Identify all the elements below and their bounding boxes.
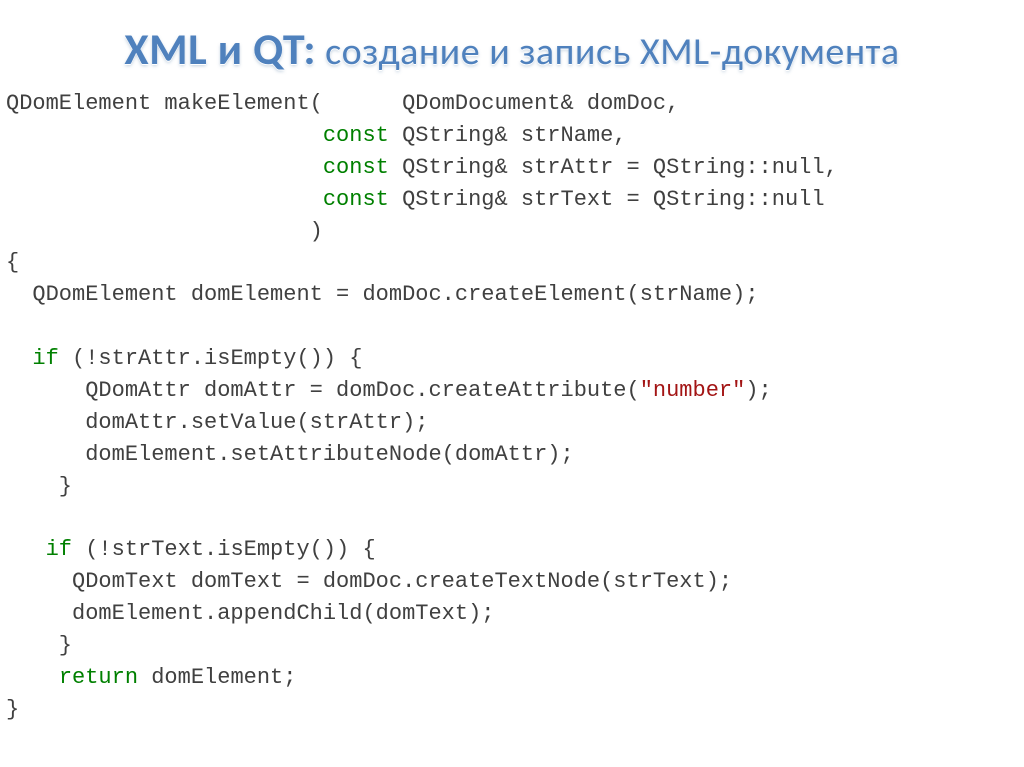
code-text: (!strAttr.isEmpty()) { [59,346,363,371]
code-text: (!strText.isEmpty()) { [72,537,376,562]
string-literal: "number" [640,378,746,403]
code-text: QDomAttr domAttr = domDoc.createAttribut… [6,378,640,403]
code-indent [6,346,32,371]
code-line: QDomElement makeElement( QDomDocument& d… [6,91,679,116]
keyword-const: const [323,123,389,148]
code-line: } [6,474,72,499]
code-text: domElement; [138,665,296,690]
code-line: domAttr.setValue(strAttr); [6,410,428,435]
code-indent [6,187,323,212]
code-line: ) [6,219,323,244]
code-indent [6,537,46,562]
slide: XML и QT: создание и запись XML-документ… [0,0,1024,767]
code-text: QString& strAttr = QString::null, [389,155,838,180]
code-text: QString& strName, [389,123,627,148]
code-indent [6,155,323,180]
slide-title: XML и QT: создание и запись XML-документ… [0,0,1024,84]
code-block: QDomElement makeElement( QDomDocument& d… [0,84,1024,726]
code-line: } [6,633,72,658]
title-main: XML и QT: [124,22,316,76]
keyword-return: return [59,665,138,690]
keyword-const: const [323,187,389,212]
keyword-if: if [32,346,58,371]
code-text: QString& strText = QString::null [389,187,825,212]
title-sub: создание и запись XML-документа [316,29,900,75]
code-text: ); [745,378,771,403]
code-line: QDomText domText = domDoc.createTextNode… [6,569,732,594]
code-line: QDomElement domElement = domDoc.createEl… [6,282,759,307]
code-indent [6,123,323,148]
keyword-if: if [46,537,72,562]
keyword-const: const [323,155,389,180]
code-line: domElement.appendChild(domText); [6,601,494,626]
code-line: domElement.setAttributeNode(domAttr); [6,442,574,467]
code-indent [6,665,59,690]
code-line: } [6,697,19,722]
code-line: { [6,250,19,275]
